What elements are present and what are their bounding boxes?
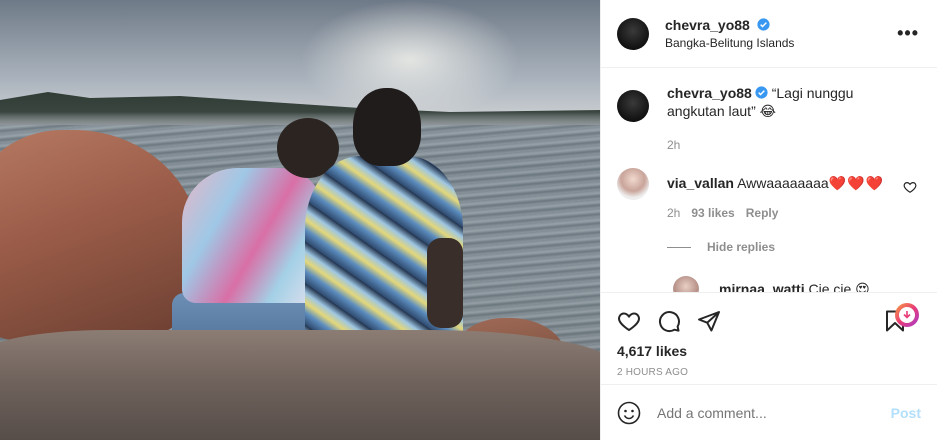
comment-row: via_vallan Awwaaaaaaaa❤️❤️❤️ 2h 93 likes… [617,168,921,222]
hide-replies-button[interactable]: Hide replies [667,240,921,254]
photo-rock-front [0,330,600,440]
caption-body: chevra_yo88 “Lagi nunggu angkutan laut” … [667,84,897,154]
more-icon[interactable]: ••• [897,24,919,42]
comment-heart-icon[interactable] [903,180,917,194]
add-comment-bar: Post [601,384,937,440]
emoji-icon[interactable] [617,401,641,425]
comment-icon[interactable] [657,309,681,333]
boy-head [353,88,421,166]
comment-likes[interactable]: 93 likes [691,204,734,222]
author-username[interactable]: chevra_yo88 [665,17,750,33]
comment-hearts: ❤️❤️❤️ [828,175,884,191]
download-icon[interactable] [895,303,919,327]
download-icon-inner [899,307,915,323]
comment-reply-button[interactable]: Reply [746,204,779,222]
post-time[interactable]: 2 HOURS AGO [617,367,921,378]
author-avatar[interactable] [617,17,649,50]
comment-body: via_vallan Awwaaaaaaaa❤️❤️❤️ 2h 93 likes… [667,174,884,222]
caption-author-avatar[interactable] [617,90,649,122]
hide-replies-line [667,246,691,248]
reply-author[interactable]: mirnaa_watti [719,281,805,292]
post-photo[interactable] [0,0,600,440]
verified-icon [755,86,768,99]
reply-text: Cie cie 😍 [808,281,870,292]
heart-icon[interactable] [617,309,641,333]
boy-arm [427,238,463,328]
share-icon[interactable] [697,309,721,333]
likes-count[interactable]: 4,617 likes [617,343,921,359]
comment-text: Awwaaaaaaaa [737,175,829,191]
reply-row: mirnaa_watti Cie cie 😍 [673,276,921,292]
hide-replies-label: Hide replies [707,240,776,254]
instagram-post: chevra_yo88 Bangka-Belitung Islands ••• … [0,0,937,440]
download-arrow-icon [903,311,911,319]
reply-author-avatar[interactable] [673,276,699,292]
reply-body: mirnaa_watti Cie cie 😍 [719,280,870,292]
post-location[interactable]: Bangka-Belitung Islands [665,34,794,52]
post-side-panel: chevra_yo88 Bangka-Belitung Islands ••• … [600,0,937,440]
post-comment-button[interactable]: Post [891,405,921,421]
caption-row: chevra_yo88 “Lagi nunggu angkutan laut” … [617,84,921,154]
caption-time[interactable]: 2h [667,136,897,154]
post-actions: 4,617 likes 2 HOURS AGO [601,292,937,384]
comment-meta: 2h 93 likes Reply [667,204,884,222]
photo-person-girl [172,118,339,363]
comment-author[interactable]: via_vallan [667,175,734,191]
comments-section[interactable]: chevra_yo88 “Lagi nunggu angkutan laut” … [601,68,937,292]
comment-input[interactable] [657,404,891,421]
comment-author-avatar[interactable] [617,168,649,200]
caption-author[interactable]: chevra_yo88 [667,85,752,101]
girl-shirt [182,168,322,303]
verified-icon [757,17,770,31]
comment-time[interactable]: 2h [667,204,680,222]
author-meta: chevra_yo88 Bangka-Belitung Islands [665,16,794,52]
action-icons [617,301,921,341]
post-header: chevra_yo88 Bangka-Belitung Islands ••• [601,0,937,68]
